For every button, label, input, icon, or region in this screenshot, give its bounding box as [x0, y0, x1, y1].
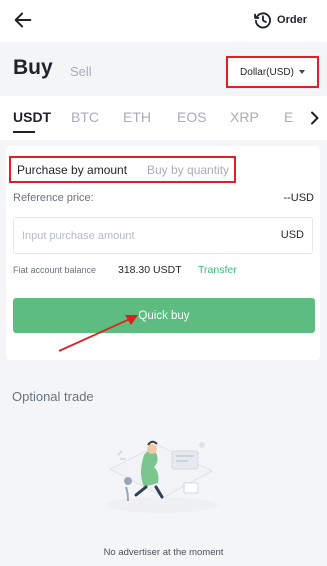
tab-btc[interactable]: BTC — [71, 109, 99, 125]
currency-selected-label: Dollar(USD) — [240, 66, 294, 78]
purchase-by-amount-tab[interactable]: Purchase by amount — [17, 163, 127, 177]
quick-buy-button[interactable]: Quick buy — [13, 298, 315, 333]
amount-field: USD — [13, 217, 313, 254]
order-link[interactable]: Order — [253, 8, 307, 32]
transfer-link[interactable]: Transfer — [198, 264, 237, 276]
tab-xrp[interactable]: XRP — [230, 109, 259, 125]
active-tab-indicator — [13, 131, 35, 133]
purchase-card: Purchase by amount Buy by quantity Refer… — [6, 146, 320, 360]
quick-buy-label: Quick buy — [138, 309, 190, 322]
reference-price-label: Reference price: — [13, 192, 94, 204]
balance-value: 318.30 USDT — [118, 264, 182, 276]
coin-tabs: USDT BTC ETH EOS XRP E — [0, 96, 327, 140]
tab-eos[interactable]: EOS — [177, 109, 207, 125]
tab-usdt[interactable]: USDT — [13, 109, 51, 125]
empty-illustration — [106, 440, 218, 513]
caret-down-icon — [298, 70, 305, 74]
arrow-left-icon[interactable] — [12, 9, 34, 31]
reference-price-value: --USD — [283, 192, 314, 204]
purchase-amount-input[interactable] — [22, 218, 262, 253]
buy-tab[interactable]: Buy — [13, 56, 53, 80]
buy-by-quantity-tab[interactable]: Buy by quantity — [147, 163, 229, 177]
amount-unit-label: USD — [280, 229, 304, 241]
balance-label: Fiat account balance — [13, 265, 97, 275]
top-bar: Order — [0, 0, 327, 42]
currency-select[interactable]: Dollar(USD) — [226, 56, 319, 88]
tab-eth[interactable]: ETH — [123, 109, 151, 125]
optional-trade-title: Optional trade — [12, 389, 94, 404]
sell-tab[interactable]: Sell — [70, 64, 92, 79]
empty-state-message: No advertiser at the moment — [103, 547, 224, 558]
history-clock-icon — [254, 12, 272, 29]
order-label: Order — [277, 14, 307, 26]
chevron-right-icon[interactable] — [309, 111, 321, 125]
purchase-method-switch: Purchase by amount Buy by quantity — [9, 156, 236, 183]
